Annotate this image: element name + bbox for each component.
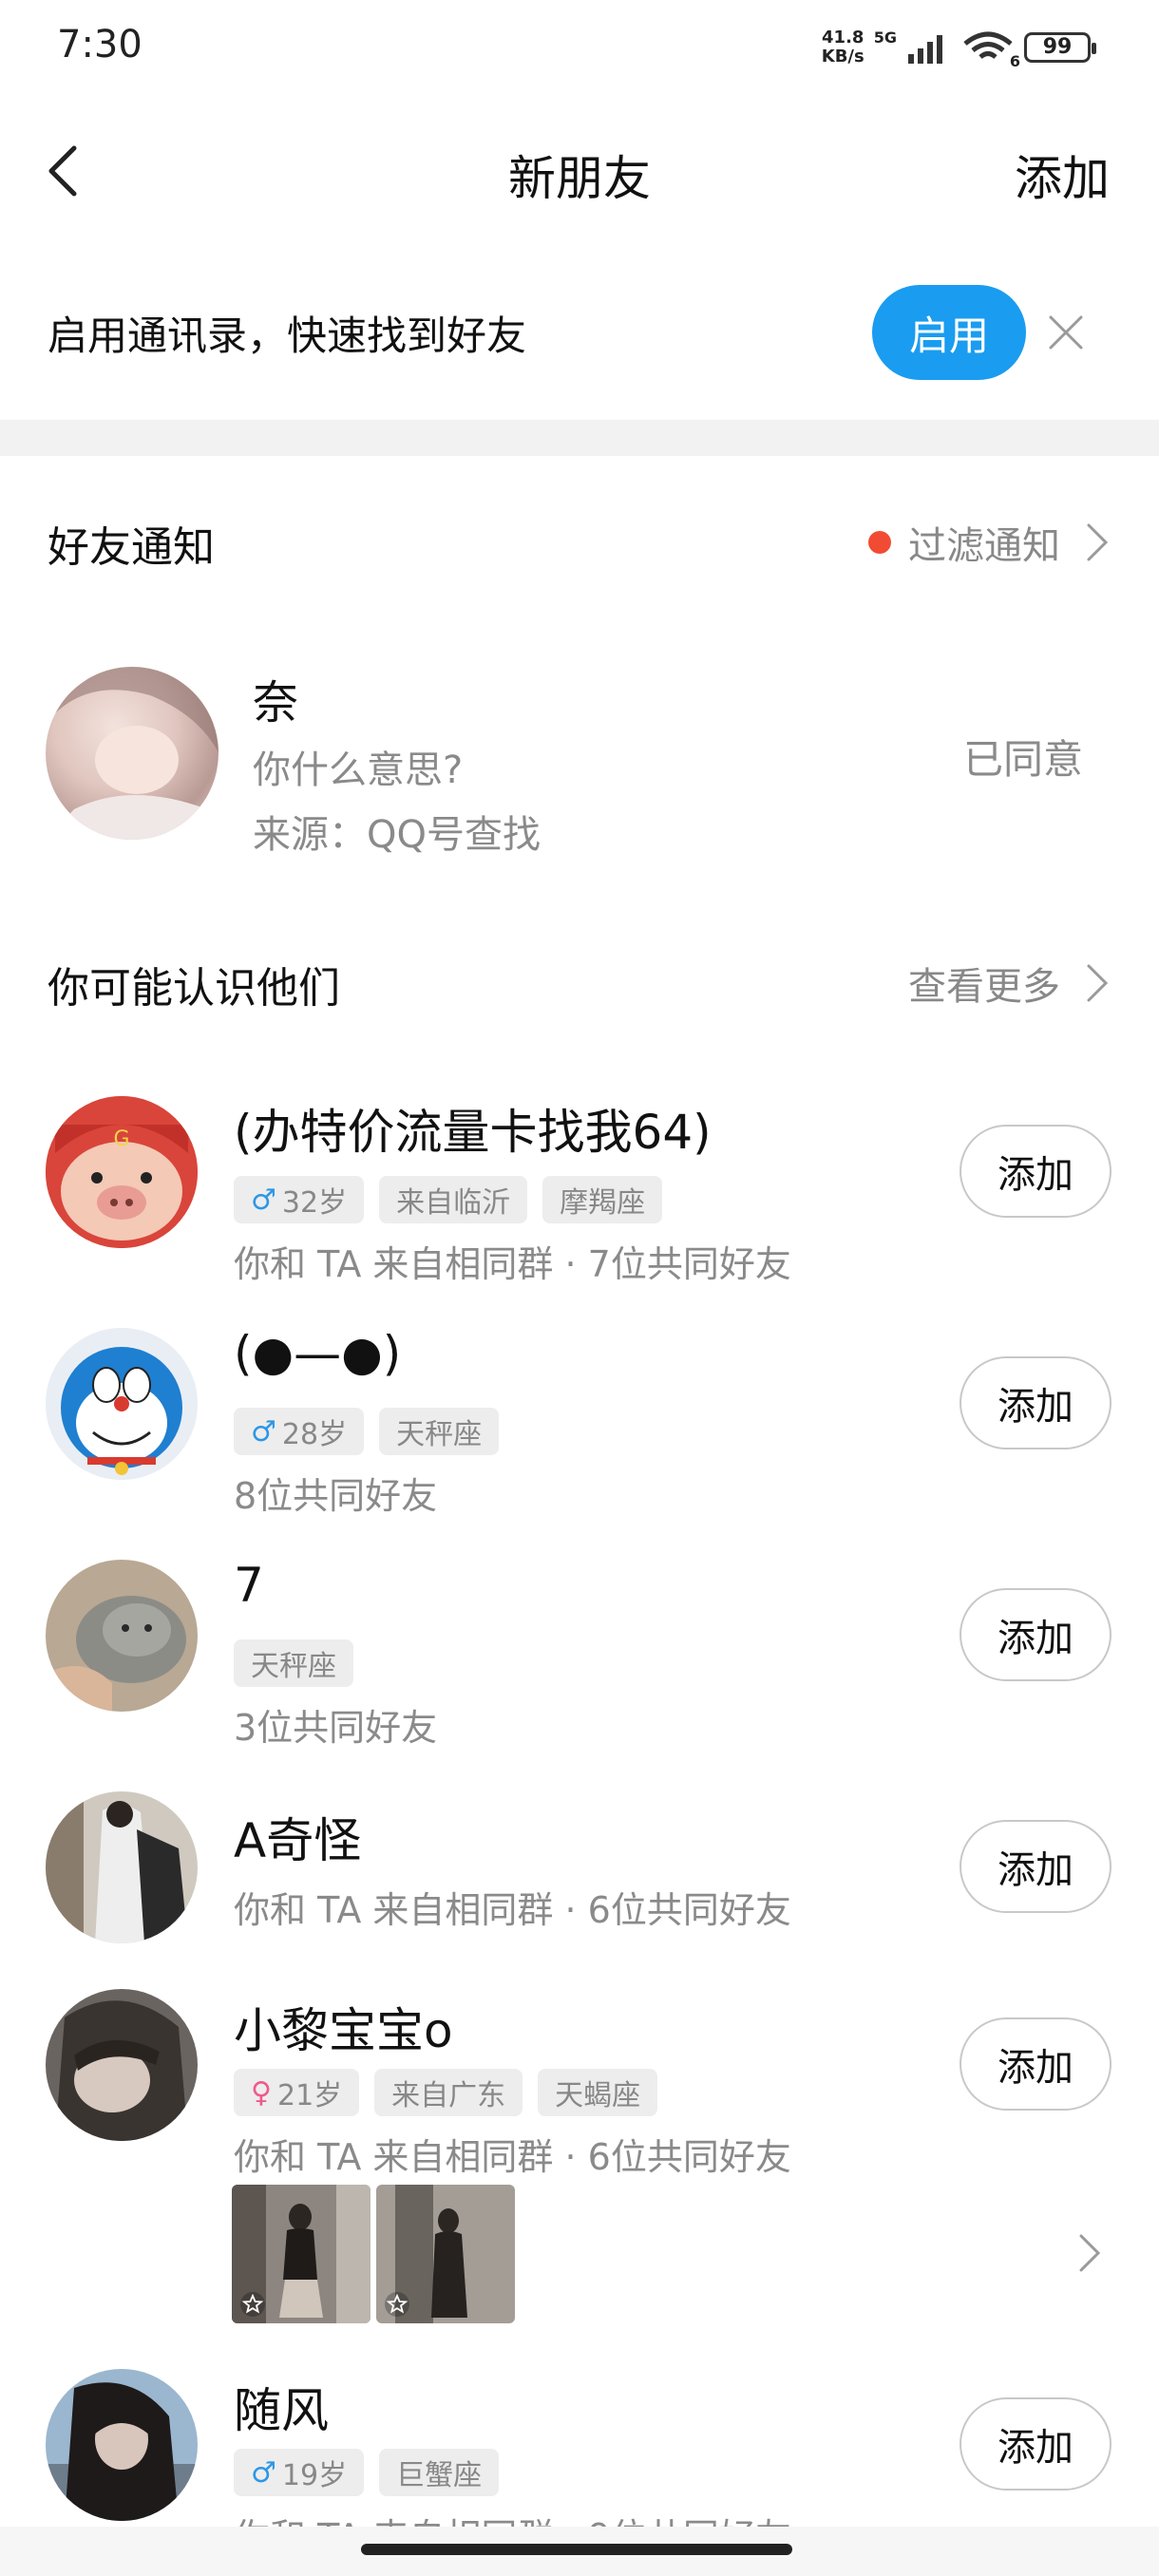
profile-photo[interactable] xyxy=(376,2185,515,2323)
suggestion-name: 7 xyxy=(234,1558,264,1613)
suggestion-subtitle: 8位共同好友 xyxy=(234,1475,438,1517)
avatar[interactable] xyxy=(46,1989,198,2141)
zodiac-tag: 巨蟹座 xyxy=(379,2449,500,2496)
wifi-badge: 6 xyxy=(1009,52,1020,70)
tag-list: ♂ 28岁 天秤座 xyxy=(234,1408,500,1455)
photo-strip[interactable] xyxy=(232,2185,515,2323)
page-title: 新朋友 xyxy=(508,151,651,206)
female-icon: ♀ xyxy=(251,2075,272,2110)
suggestion-name: (办特价流量卡找我64) xyxy=(234,1105,712,1160)
chevron-right-icon[interactable] xyxy=(1075,2232,1104,2274)
enable-contacts-button[interactable]: 启用 xyxy=(872,285,1026,380)
chevron-right-icon xyxy=(1087,523,1109,561)
contacts-banner: 启用通讯录，快速找到好友 启用 xyxy=(0,275,1159,389)
avatar[interactable] xyxy=(46,667,218,840)
filter-notice-label: 过滤通知 xyxy=(908,524,1060,568)
see-more-link[interactable]: 查看更多 xyxy=(908,956,1112,1011)
zodiac-tag: 天蝎座 xyxy=(538,2069,658,2116)
nav-bar: 新朋友 添加 xyxy=(0,114,1159,228)
see-more-label: 查看更多 xyxy=(908,965,1060,1009)
friend-notice-header: 好友通知 过滤通知 xyxy=(48,507,1112,574)
signal-icon xyxy=(908,35,942,64)
add-friend-button[interactable]: 添加 xyxy=(1015,141,1110,209)
suggestion-name: 随风 xyxy=(234,2383,329,2438)
home-indicator[interactable] xyxy=(361,2544,792,2555)
zodiac-tag: 摩羯座 xyxy=(542,1176,663,1223)
tag-list: ♂ 19岁 巨蟹座 xyxy=(234,2449,500,2496)
profile-photo[interactable] xyxy=(232,2185,370,2323)
notify-dot xyxy=(868,531,891,554)
suggestion-subtitle: 3位共同好友 xyxy=(234,1707,438,1749)
status-bar: 7:30 41.8 KB/s 5G 6 99 xyxy=(0,0,1159,95)
add-button[interactable]: 添加 xyxy=(960,1356,1112,1449)
avatar[interactable] xyxy=(46,1328,198,1480)
avatar[interactable]: G xyxy=(46,1096,198,1248)
notice-source: 来源：QQ号查找 xyxy=(253,813,541,857)
suggestions-header: 你可能认识他们 查看更多 xyxy=(48,948,1112,1014)
wifi-icon: 6 xyxy=(961,30,1020,70)
avatar[interactable] xyxy=(46,2369,198,2521)
suggestion-subtitle: 你和 TA 来自相同群 · 6位共同好友 xyxy=(234,1889,791,1931)
suggestion-name: A奇怪 xyxy=(234,1813,362,1868)
age-tag: ♂ 19岁 xyxy=(234,2449,365,2496)
avatar[interactable] xyxy=(46,1791,198,1943)
hometown-tag: 来自临沂 xyxy=(379,1176,528,1223)
tag-list: 天秤座 xyxy=(234,1639,353,1687)
suggestions-title: 你可能认识他们 xyxy=(48,964,340,1013)
close-icon[interactable] xyxy=(1043,310,1089,355)
friend-notice-item[interactable]: 奈 你什么意思? 来源：QQ号查找 已同意 xyxy=(0,665,1159,857)
banner-text: 启用通讯录，快速找到好友 xyxy=(48,313,527,359)
age-tag: ♀ 21岁 xyxy=(234,2069,360,2116)
avatar[interactable] xyxy=(46,1560,198,1712)
tag-list: ♀ 21岁 来自广东 天蝎座 xyxy=(234,2069,658,2116)
network-speed: 41.8 KB/s xyxy=(821,28,864,66)
filter-notice-link[interactable]: 过滤通知 xyxy=(868,515,1112,570)
male-icon: ♂ xyxy=(251,1183,276,1217)
svg-text:G: G xyxy=(113,1127,129,1151)
network-type: 5G xyxy=(873,28,897,47)
add-button[interactable]: 添加 xyxy=(960,1125,1112,1218)
suggestion-subtitle: 你和 TA 来自相同群 · 7位共同好友 xyxy=(234,1243,791,1285)
status-time: 7:30 xyxy=(57,23,142,66)
status-icons: 41.8 KB/s 5G 6 99 xyxy=(821,28,1096,70)
suggestion-name: (●—●) xyxy=(234,1326,402,1381)
zodiac-tag: 天秤座 xyxy=(379,1408,500,1455)
star-icon xyxy=(240,2292,265,2317)
section-divider xyxy=(0,420,1159,456)
chevron-right-icon xyxy=(1087,964,1109,1002)
add-button[interactable]: 添加 xyxy=(960,2397,1112,2491)
notice-status: 已同意 xyxy=(962,736,1083,783)
add-button[interactable]: 添加 xyxy=(960,2017,1112,2111)
add-button[interactable]: 添加 xyxy=(960,1588,1112,1681)
tag-list: ♂ 32岁 来自临沂 摩羯座 xyxy=(234,1176,663,1223)
notice-name: 奈 xyxy=(253,676,299,729)
zodiac-tag: 天秤座 xyxy=(234,1639,353,1687)
friend-notice-title: 好友通知 xyxy=(48,523,215,572)
suggestion-name: 小黎宝宝o xyxy=(234,2003,453,2058)
hometown-tag: 来自广东 xyxy=(374,2069,523,2116)
add-button[interactable]: 添加 xyxy=(960,1820,1112,1913)
male-icon: ♂ xyxy=(251,2455,276,2490)
battery-icon: 99 xyxy=(1024,32,1096,63)
star-icon xyxy=(385,2292,409,2317)
male-icon: ♂ xyxy=(251,1414,276,1449)
notice-message: 你什么意思? xyxy=(253,748,464,792)
age-tag: ♂ 32岁 xyxy=(234,1176,365,1223)
suggestion-subtitle: 你和 TA 来自相同群 · 6位共同好友 xyxy=(234,2136,791,2178)
age-tag: ♂ 28岁 xyxy=(234,1408,365,1455)
